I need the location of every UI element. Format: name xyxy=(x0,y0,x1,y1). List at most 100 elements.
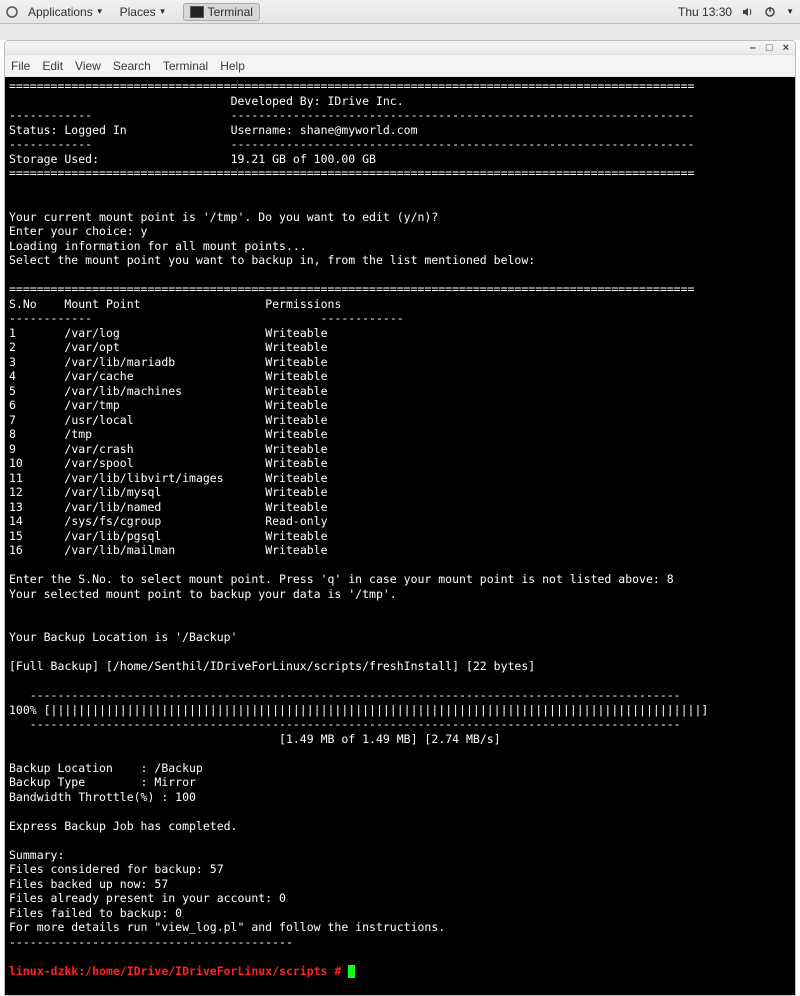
chevron-down-icon[interactable]: ▼ xyxy=(786,7,794,16)
row-perm: Writeable xyxy=(265,326,327,340)
row-n: 12 xyxy=(9,485,23,499)
enter-choice: Enter your choice: y xyxy=(9,224,147,238)
row-path: /var/lib/pgsql xyxy=(64,529,161,543)
row-n: 14 xyxy=(9,514,23,528)
row-path: /var/tmp xyxy=(64,398,119,412)
enter-sno: Enter the S.No. to select mount point. P… xyxy=(9,572,674,586)
menu-help[interactable]: Help xyxy=(220,59,245,73)
places-menu[interactable]: Places ▼ xyxy=(114,3,173,21)
row-path: /tmp xyxy=(64,427,92,441)
row-perm: Writeable xyxy=(265,340,327,354)
row-path: /var/spool xyxy=(64,456,133,470)
menu-file[interactable]: File xyxy=(11,59,30,73)
job-complete: Express Backup Job has completed. xyxy=(9,819,237,833)
summary-line: Files already present in your account: 0 xyxy=(9,891,286,905)
divider: ------------ xyxy=(9,137,92,151)
menu-search[interactable]: Search xyxy=(113,59,151,73)
minimize-button[interactable]: – xyxy=(750,42,756,54)
maximize-button[interactable]: □ xyxy=(766,42,773,54)
th-sno: S.No xyxy=(9,297,37,311)
close-button[interactable]: × xyxy=(783,42,789,54)
applications-label: Applications xyxy=(28,5,93,19)
row-n: 15 xyxy=(9,529,23,543)
row-perm: Writeable xyxy=(265,398,327,412)
full-backup-line: [Full Backup] [/home/Senthil/IDriveForLi… xyxy=(9,659,535,673)
menu-terminal[interactable]: Terminal xyxy=(163,59,208,73)
summary-bandwidth: Bandwidth Throttle(%) : 100 xyxy=(9,790,196,804)
row-n: 8 xyxy=(9,427,16,441)
volume-icon[interactable] xyxy=(742,6,754,18)
row-perm: Read-only xyxy=(265,514,327,528)
row-perm: Writeable xyxy=(265,355,327,369)
divider: ========================================… xyxy=(9,166,694,180)
row-path: /var/lib/mariadb xyxy=(64,355,175,369)
menu-view[interactable]: View xyxy=(75,59,101,73)
row-perm: Writeable xyxy=(265,543,327,557)
terminal-viewport[interactable]: ========================================… xyxy=(5,77,795,995)
row-perm: Writeable xyxy=(265,485,327,499)
desktop-wallpaper xyxy=(0,24,800,40)
progress-bar: [|||||||||||||||||||||||||||||||||||||||… xyxy=(37,703,709,717)
summary-line: For more details run "view_log.pl" and f… xyxy=(9,920,445,934)
taskbar-terminal[interactable]: Terminal xyxy=(183,3,260,21)
row-n: 1 xyxy=(9,326,16,340)
loading-msg: Loading information for all mount points… xyxy=(9,239,307,253)
summary-heading: Summary: xyxy=(9,848,64,862)
summary-line: Files failed to backup: 0 xyxy=(9,906,182,920)
backup-location: Your Backup Location is '/Backup' xyxy=(9,630,237,644)
row-perm: Writeable xyxy=(265,413,327,427)
task-label: Terminal xyxy=(208,5,253,19)
summary-line: Files considered for backup: 57 xyxy=(9,862,224,876)
shell-prompt: linux-dzkk:/home/IDrive/IDriveForLinux/s… xyxy=(9,964,341,978)
divider: ----------------------------------------… xyxy=(9,688,681,702)
menu-edit[interactable]: Edit xyxy=(42,59,63,73)
username: Username: shane@myworld.com xyxy=(231,123,418,137)
row-n: 4 xyxy=(9,369,16,383)
divider: ----------------------------------------… xyxy=(9,717,681,731)
chevron-down-icon: ▼ xyxy=(159,7,167,16)
progress-stats: [1.49 MB of 1.49 MB] [2.74 MB/s] xyxy=(279,732,501,746)
row-n: 10 xyxy=(9,456,23,470)
row-path: /var/crash xyxy=(64,442,133,456)
terminal-icon xyxy=(190,6,204,18)
distro-icon xyxy=(6,6,18,18)
applications-menu[interactable]: Applications ▼ xyxy=(22,3,110,21)
row-n: 6 xyxy=(9,398,16,412)
row-n: 5 xyxy=(9,384,16,398)
row-path: /var/log xyxy=(64,326,119,340)
row-perm: Writeable xyxy=(265,471,327,485)
divider: ------------ xyxy=(9,108,92,122)
row-path: /var/cache xyxy=(64,369,133,383)
row-n: 2 xyxy=(9,340,16,354)
storage-value: 19.21 GB of 100.00 GB xyxy=(231,152,376,166)
divider: ========================================… xyxy=(9,79,694,93)
row-perm: Writeable xyxy=(265,369,327,383)
places-label: Places xyxy=(120,5,156,19)
panel-clock[interactable]: Thu 13:30 xyxy=(678,5,732,19)
row-path: /var/lib/named xyxy=(64,500,161,514)
divider: ----------------------------------------… xyxy=(9,935,293,949)
window-titlebar[interactable]: – □ × xyxy=(5,41,795,55)
summary-backup-type: Backup Type : Mirror xyxy=(9,775,196,789)
progress-pct: 100% xyxy=(9,703,37,717)
select-instruction: Select the mount point you want to backu… xyxy=(9,253,535,267)
th-perm: Permissions xyxy=(265,297,341,311)
divider: ------------ xyxy=(9,311,92,325)
row-n: 9 xyxy=(9,442,16,456)
row-perm: Writeable xyxy=(265,442,327,456)
row-n: 16 xyxy=(9,543,23,557)
row-path: /var/lib/mailman xyxy=(64,543,175,557)
terminal-window: – □ × File Edit View Search Terminal Hel… xyxy=(4,40,796,996)
divider: ----------------------------------------… xyxy=(231,108,695,122)
row-perm: Writeable xyxy=(265,427,327,441)
chevron-down-icon: ▼ xyxy=(96,7,104,16)
cursor-icon xyxy=(348,965,355,978)
divider: ========================================… xyxy=(9,282,694,296)
selected-mount: Your selected mount point to backup your… xyxy=(9,587,397,601)
power-icon[interactable] xyxy=(764,6,776,18)
summary-line: Files backed up now: 57 xyxy=(9,877,168,891)
row-perm: Writeable xyxy=(265,384,327,398)
row-perm: Writeable xyxy=(265,500,327,514)
row-n: 3 xyxy=(9,355,16,369)
gnome-top-panel: Applications ▼ Places ▼ Terminal Thu 13:… xyxy=(0,0,800,24)
